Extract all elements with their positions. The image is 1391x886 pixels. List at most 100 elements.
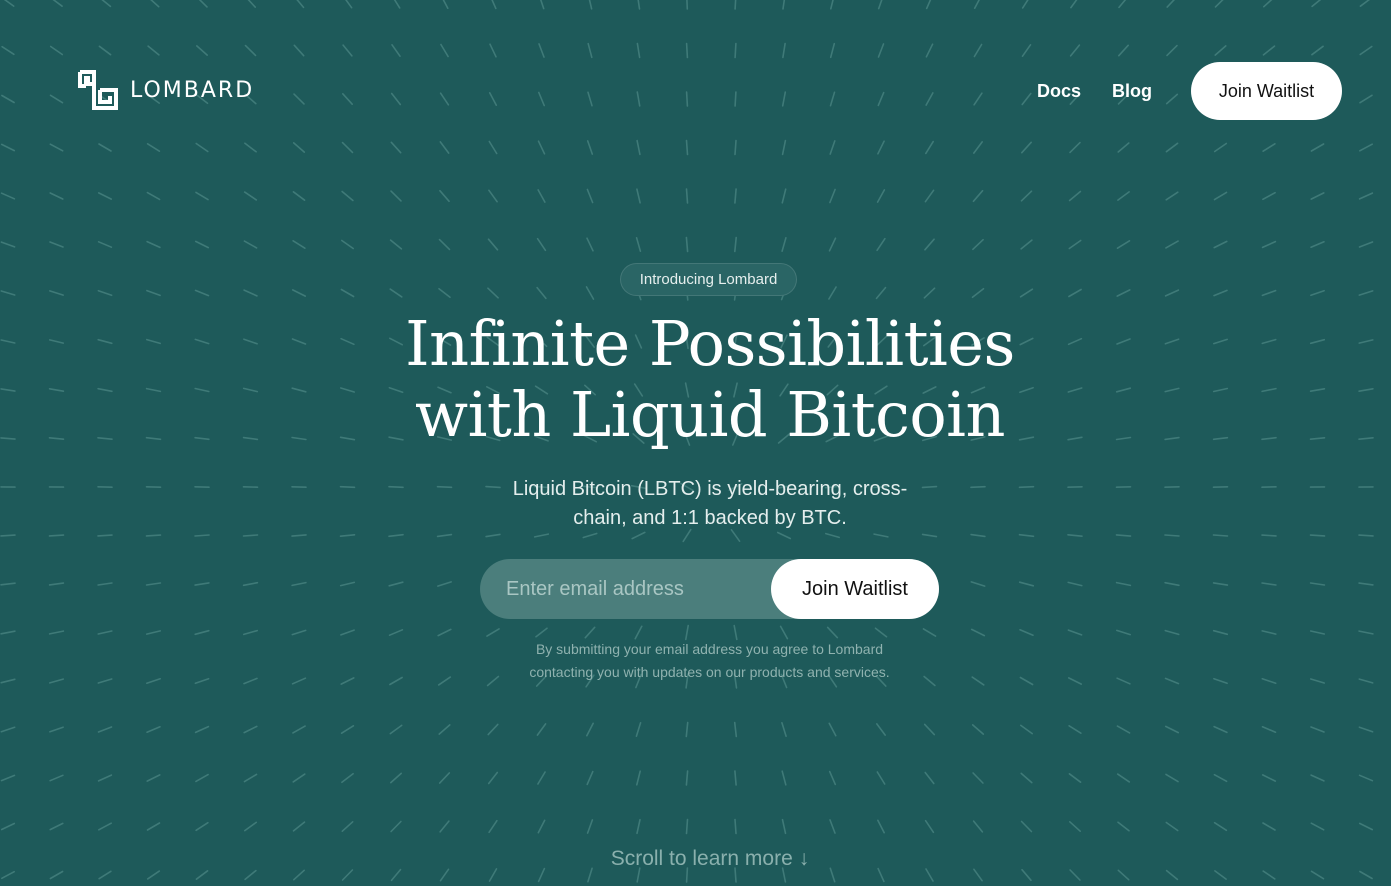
pattern-dash [97, 774, 113, 782]
pattern-dash [243, 240, 258, 249]
pattern-dash [242, 534, 259, 537]
disclaimer-line1: By submitting your email address you agr… [535, 641, 884, 657]
pattern-dash [1309, 338, 1326, 345]
pattern-dash [829, 188, 836, 204]
pattern-dash [781, 188, 787, 204]
pattern-dash [924, 238, 935, 251]
pattern-dash [1261, 677, 1277, 685]
pattern-dash [1019, 628, 1034, 637]
pattern-dash [1358, 678, 1374, 684]
email-input[interactable] [480, 559, 771, 619]
pattern-dash [0, 582, 16, 586]
pattern-dash [1165, 240, 1179, 249]
join-waitlist-button[interactable]: Join Waitlist [771, 559, 939, 619]
pattern-dash [48, 678, 65, 684]
pattern-dash [1213, 725, 1228, 734]
pattern-dash [48, 387, 65, 393]
pattern-dash [972, 238, 984, 251]
pattern-dash [924, 189, 935, 203]
nav-link-docs[interactable]: Docs [1037, 81, 1081, 102]
pattern-dash [828, 722, 837, 737]
pattern-dash [970, 485, 986, 489]
pattern-dash [1116, 677, 1131, 685]
pattern-dash [1261, 240, 1277, 249]
pattern-dash [0, 822, 16, 831]
pattern-dash [339, 533, 356, 538]
pattern-dash [781, 770, 787, 786]
pattern-dash [1310, 289, 1325, 297]
pattern-dash [1115, 581, 1132, 587]
pattern-dash [97, 678, 113, 684]
pattern-dash [48, 534, 65, 537]
pattern-dash [586, 237, 594, 252]
pattern-dash [1358, 582, 1374, 586]
pattern-dash [1068, 239, 1082, 250]
pattern-dash [244, 821, 258, 832]
pattern-dash [145, 387, 162, 393]
pattern-dash [1310, 241, 1325, 248]
pattern-dash [537, 867, 546, 883]
header-join-waitlist-button[interactable]: Join Waitlist [1191, 62, 1342, 120]
pattern-dash [971, 676, 985, 686]
disclaimer-line2: contacting you with updates on our produ… [529, 664, 890, 680]
pattern-dash [1164, 677, 1180, 685]
pattern-dash [97, 241, 113, 248]
pattern-dash [438, 724, 451, 735]
scroll-label: Scroll to learn more [610, 847, 793, 870]
pattern-dash [243, 677, 258, 685]
pattern-dash [876, 189, 886, 203]
pattern-dash [339, 581, 356, 587]
pattern-dash [1212, 436, 1229, 441]
pattern-dash [146, 289, 161, 297]
pattern-dash [48, 290, 65, 296]
pattern-dash [1261, 534, 1277, 537]
pattern-dash [1212, 629, 1229, 636]
pattern-dash [1019, 724, 1033, 735]
pattern-dash [970, 581, 986, 587]
hero-subtitle-line2: chain, and 1:1 backed by BTC. [573, 507, 847, 529]
pattern-dash [1213, 338, 1228, 345]
pattern-dash [636, 818, 641, 835]
pattern-dash [636, 188, 641, 204]
pattern-dash [0, 630, 16, 635]
pattern-dash [146, 725, 161, 734]
waitlist-form: Join Waitlist [480, 559, 939, 619]
pattern-dash [826, 626, 839, 639]
pattern-dash [1116, 629, 1131, 636]
scroll-to-learn-more-link[interactable]: Scroll to learn more ↓ [560, 845, 860, 873]
pattern-dash [48, 582, 65, 586]
pattern-dash [1358, 290, 1374, 296]
pattern-dash [244, 869, 257, 881]
pattern-dash [1164, 725, 1180, 734]
pattern-dash [535, 627, 548, 638]
lombard-logo[interactable]: LOMBARD [78, 70, 254, 110]
pattern-dash [1309, 534, 1326, 537]
pattern-dash [537, 819, 546, 834]
pattern-dash [49, 726, 64, 733]
nav-link-blog[interactable]: Blog [1112, 81, 1152, 102]
pattern-dash [533, 533, 550, 538]
pattern-dash [824, 532, 841, 539]
pattern-dash [438, 772, 451, 784]
pattern-dash [685, 721, 689, 738]
pattern-dash [194, 725, 210, 734]
pattern-dash [1117, 821, 1130, 832]
pattern-dash [292, 773, 306, 783]
pattern-dash [1116, 289, 1131, 297]
pattern-dash [49, 241, 64, 248]
pattern-dash [487, 771, 499, 785]
hero-headline-line1: Infinite Possibilities [405, 307, 1015, 380]
pattern-dash [243, 338, 258, 345]
pattern-dash [1358, 630, 1374, 635]
pattern-dash [145, 630, 162, 635]
pattern-dash [195, 869, 209, 881]
pattern-dash [146, 191, 161, 201]
pattern-dash [488, 189, 498, 203]
pattern-dash [194, 436, 210, 441]
pattern-dash [487, 723, 499, 736]
pattern-dash [970, 628, 986, 637]
pattern-dash [49, 822, 64, 831]
pattern-dash [537, 189, 546, 203]
pattern-dash [390, 190, 402, 202]
pattern-dash [1262, 191, 1276, 201]
